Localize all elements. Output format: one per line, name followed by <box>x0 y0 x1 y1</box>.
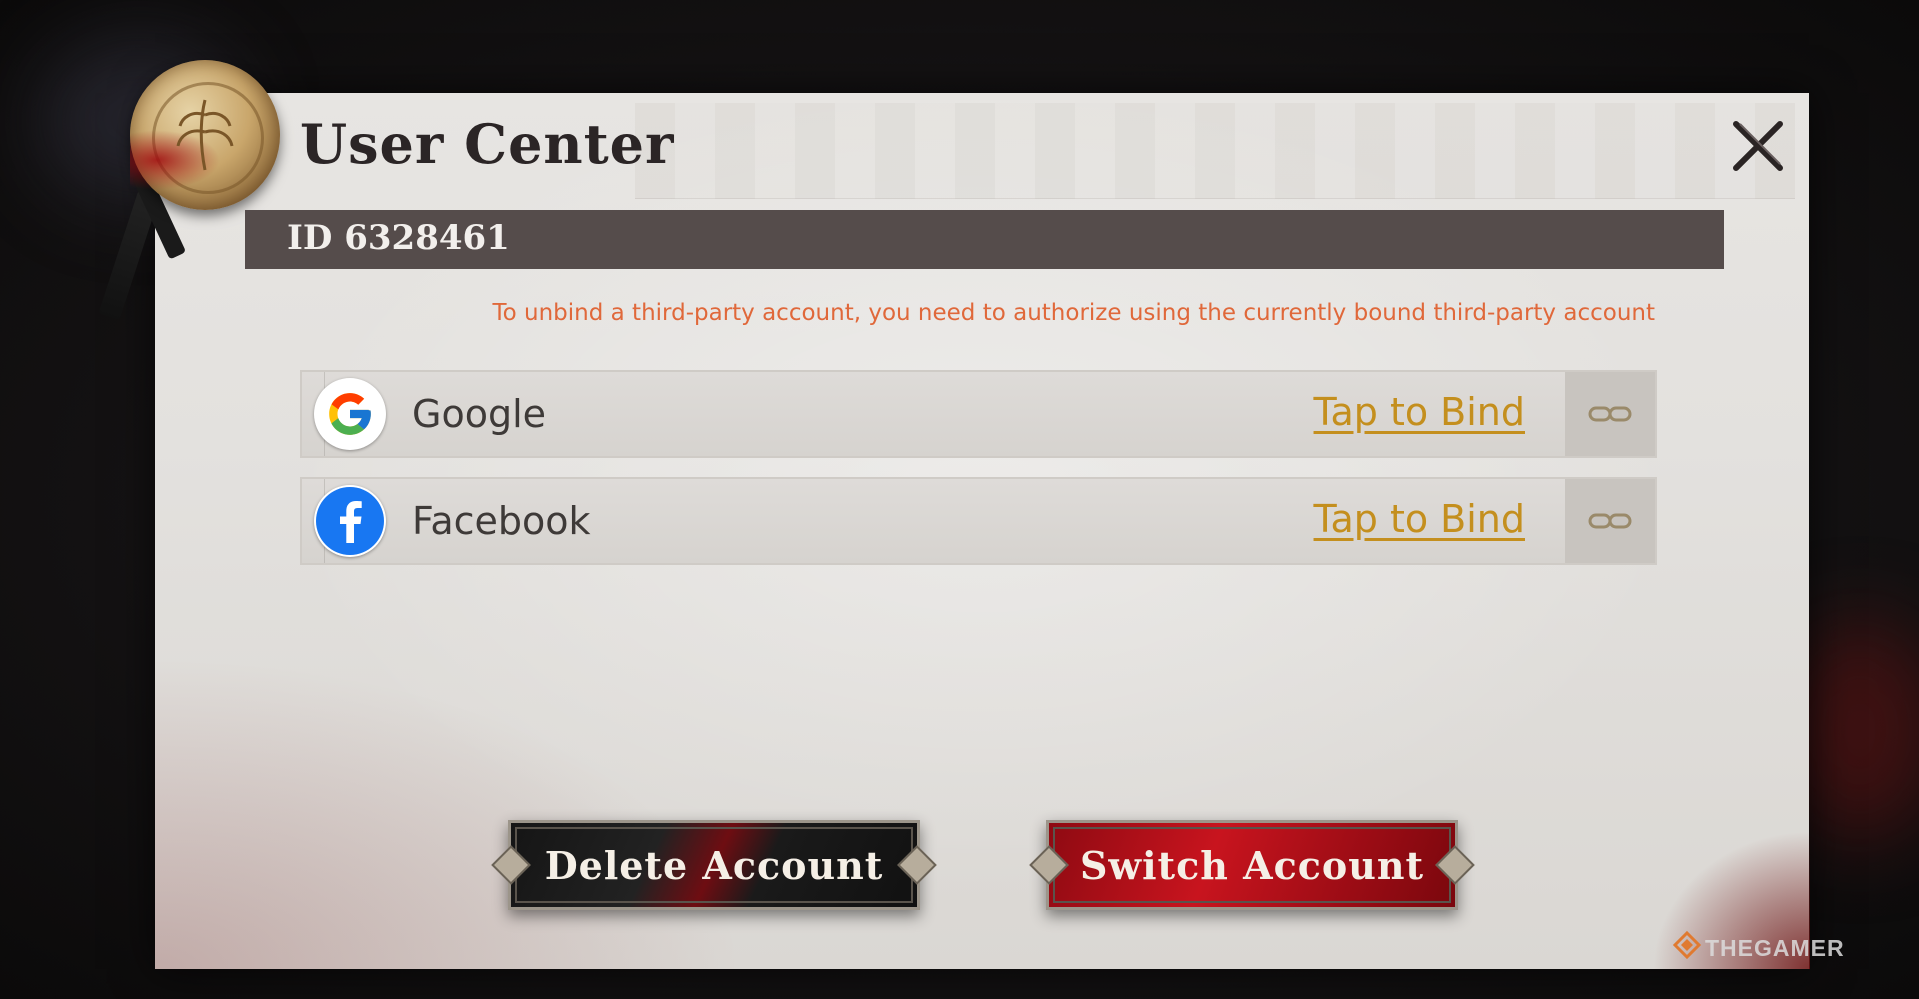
google-icon <box>314 378 386 450</box>
facebook-icon <box>314 485 386 557</box>
account-row-google: Google Tap to Bind <box>300 370 1657 458</box>
close-button[interactable] <box>1730 118 1786 174</box>
switch-account-button[interactable]: Switch Account <box>1029 820 1475 910</box>
thegamer-logo-icon <box>1672 930 1702 960</box>
dialog-title: User Center <box>300 112 675 176</box>
link-icon <box>1588 406 1632 422</box>
header-ornament <box>635 103 1795 199</box>
link-button-facebook[interactable] <box>1565 479 1655 563</box>
delete-account-button[interactable]: Delete Account <box>491 820 937 910</box>
provider-label: Facebook <box>412 499 591 543</box>
tap-to-bind-google[interactable]: Tap to Bind <box>1314 390 1525 434</box>
link-icon <box>1588 513 1632 529</box>
switch-account-label: Switch Account <box>1079 842 1425 888</box>
close-icon <box>1733 121 1783 171</box>
delete-account-label: Delete Account <box>544 842 884 888</box>
tap-to-bind-facebook[interactable]: Tap to Bind <box>1314 497 1525 541</box>
provider-label: Google <box>412 392 547 436</box>
link-button-google[interactable] <box>1565 372 1655 456</box>
wax-seal-icon <box>130 60 280 210</box>
user-id-label: ID 6328461 <box>287 218 510 258</box>
watermark: THEGAMER <box>1705 935 1845 961</box>
unbind-notice: To unbind a third-party account, you nee… <box>492 300 1656 326</box>
account-row-facebook: Facebook Tap to Bind <box>300 477 1657 565</box>
